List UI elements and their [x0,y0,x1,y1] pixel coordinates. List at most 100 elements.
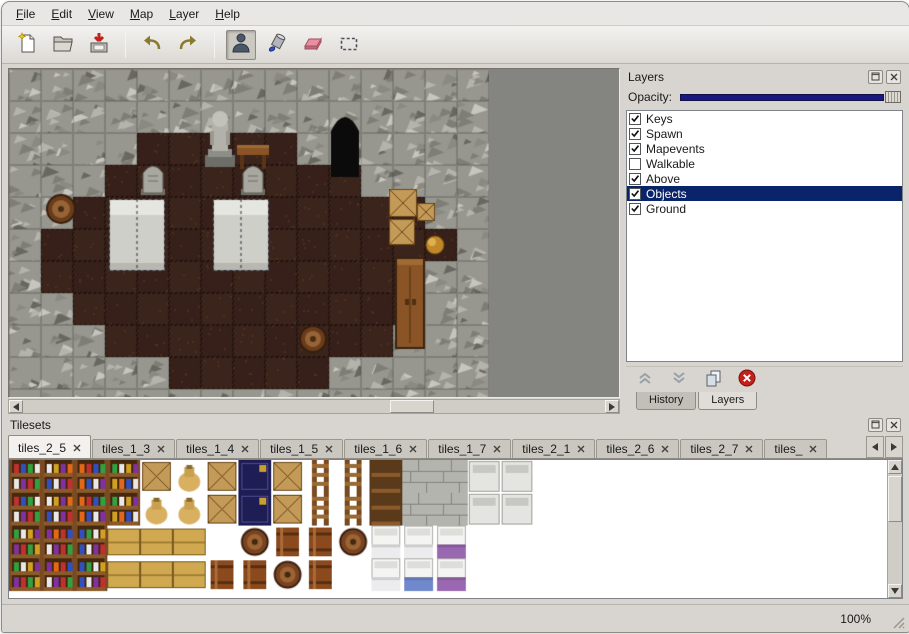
chevron-down-icon [669,368,689,391]
layer-row-objects[interactable]: Objects [627,186,902,201]
layer-label: Keys [646,112,673,126]
menu-map[interactable]: Map [122,4,161,24]
opacity-slider[interactable] [680,90,901,104]
tileset-canvas[interactable] [9,460,871,598]
menu-layer[interactable]: Layer [161,4,207,24]
tab-close-icon[interactable] [157,445,165,453]
layer-visibility-checkbox[interactable] [629,188,641,200]
scroll-thumb[interactable] [888,476,902,522]
dock-tab-bar: HistoryLayers [626,392,903,414]
save-button[interactable] [84,30,114,60]
tileset-tab-tiles_2_5[interactable]: tiles_2_5 [8,435,91,458]
tileset-tab-label: tiles_ [774,442,802,456]
stamp-tool-button[interactable] [226,30,256,60]
dock-close-button[interactable] [886,418,901,432]
open-button[interactable] [48,30,78,60]
tab-close-icon[interactable] [577,445,585,453]
toolbar-separator [214,32,215,58]
new-map-button[interactable] [12,30,42,60]
close-icon [890,70,898,84]
tileset-tab-label: tiles_1_6 [354,442,402,456]
eraser-tool-button[interactable] [298,30,328,60]
toolbar [2,26,909,64]
tab-close-icon[interactable] [325,445,333,453]
scroll-down-button[interactable] [888,584,902,598]
menu-edit[interactable]: Edit [43,4,80,24]
layer-list[interactable]: KeysSpawnMapeventsWalkableAboveObjectsGr… [626,110,903,362]
layer-row-ground[interactable]: Ground [627,201,902,216]
tileset-tab-tiles_1_6[interactable]: tiles_1_6 [344,439,427,458]
tab-close-icon[interactable] [73,444,81,452]
menu-help[interactable]: Help [207,4,248,24]
resize-grip[interactable] [891,615,905,632]
tileset-tab-tiles_1_7[interactable]: tiles_1_7 [428,439,511,458]
lower-layer-button[interactable] [668,369,690,391]
scroll-left-button[interactable] [9,400,23,413]
scroll-track[interactable] [23,400,605,413]
tileset-tab-label: tiles_1_4 [186,442,234,456]
tileset-tab-tiles_2_6[interactable]: tiles_2_6 [596,439,679,458]
tab-close-icon[interactable] [745,445,753,453]
layer-visibility-checkbox[interactable] [629,203,641,215]
tileset-tab-tiles_2_1[interactable]: tiles_2_1 [512,439,595,458]
dock-tab-layers[interactable]: Layers [698,392,757,410]
fill-tool-button[interactable] [262,30,292,60]
map-viewport[interactable] [8,68,620,398]
tilesets-dock: Tilesets tiles_2_5tiles_1_3tiles_1_4tile… [2,416,909,604]
map-canvas[interactable] [9,69,489,398]
tileset-tab-tiles_[interactable]: tiles_ [764,439,827,458]
up-arrow-icon [891,464,899,470]
layer-visibility-checkbox[interactable] [629,173,641,185]
raise-layer-button[interactable] [634,369,656,391]
undo-button[interactable] [137,30,167,60]
layer-row-mapevents[interactable]: Mapevents [627,141,902,156]
duplicate-layer-button[interactable] [702,369,724,391]
layer-row-walkable[interactable]: Walkable [627,156,902,171]
dock-close-button[interactable] [886,70,901,84]
tileset-tab-label: tiles_1_5 [270,442,318,456]
tileset-tab-label: tiles_2_7 [690,442,738,456]
opacity-slider-handle[interactable] [885,91,901,103]
scroll-track[interactable] [888,474,902,584]
scroll-up-button[interactable] [888,460,902,474]
layer-visibility-checkbox[interactable] [629,143,641,155]
tileset-tab-tiles_1_3[interactable]: tiles_1_3 [92,439,175,458]
tab-close-icon[interactable] [493,445,501,453]
menu-file[interactable]: File [8,4,43,24]
tileset-tab-tiles_1_5[interactable]: tiles_1_5 [260,439,343,458]
layer-visibility-checkbox[interactable] [629,128,641,140]
delete-layer-button[interactable] [736,369,758,391]
tab-close-icon[interactable] [409,445,417,453]
zoom-level: 100% [840,612,871,626]
tab-close-icon[interactable] [241,445,249,453]
opacity-row: Opacity: [626,86,903,108]
layer-visibility-checkbox[interactable] [629,113,641,125]
layer-label: Mapevents [646,142,705,156]
tab-close-icon[interactable] [809,445,817,453]
scroll-right-button[interactable] [605,400,619,413]
layer-row-spawn[interactable]: Spawn [627,126,902,141]
select-tool-button[interactable] [334,30,364,60]
float-icon [871,70,880,84]
layer-row-keys[interactable]: Keys [627,111,902,126]
layer-visibility-checkbox[interactable] [629,158,641,170]
layer-actions [626,366,903,392]
layers-dock-title: Layers [628,70,664,84]
redo-button[interactable] [173,30,203,60]
menu-view[interactable]: View [80,4,122,24]
tileset-tab-label: tiles_1_7 [438,442,486,456]
tileset-vertical-scrollbar[interactable] [887,460,902,598]
map-horizontal-scrollbar[interactable] [8,399,620,414]
tabs-scroll-left-button[interactable] [866,436,884,458]
dock-float-button[interactable] [868,70,883,84]
tab-close-icon[interactable] [661,445,669,453]
tileset-tab-tiles_2_7[interactable]: tiles_2_7 [680,439,763,458]
dock-float-button[interactable] [868,418,883,432]
tabs-scroll-right-button[interactable] [885,436,903,458]
scroll-thumb[interactable] [390,400,434,413]
tileset-tab-tiles_1_4[interactable]: tiles_1_4 [176,439,259,458]
eraser-icon [301,31,325,58]
layer-row-above[interactable]: Above [627,171,902,186]
dock-tab-history[interactable]: History [636,392,696,410]
undo-icon [140,31,164,58]
